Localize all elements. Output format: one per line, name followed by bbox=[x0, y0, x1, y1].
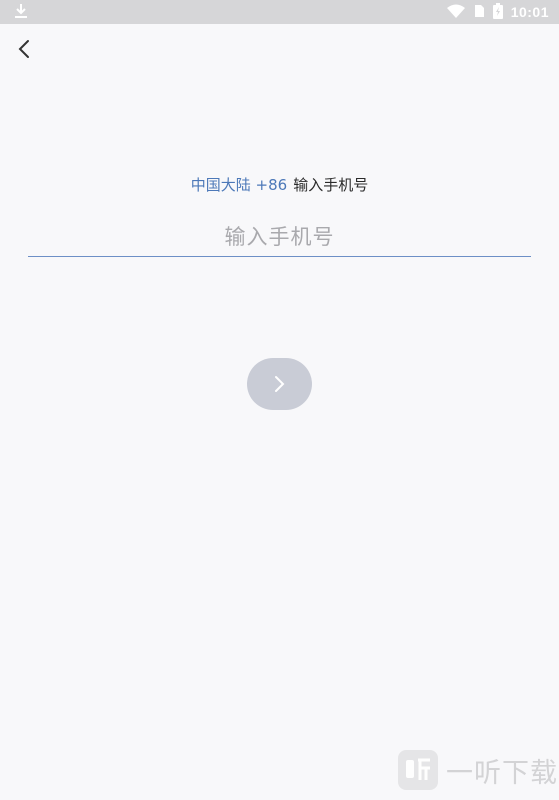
back-button[interactable] bbox=[12, 36, 38, 62]
prompt-label: 输入手机号 bbox=[293, 176, 369, 194]
region-code-selector[interactable]: 中国大陆 +86 bbox=[191, 176, 287, 194]
download-icon bbox=[14, 3, 28, 19]
watermark-brand: 一听下载 bbox=[446, 757, 558, 789]
login-phone-screen: 10:01 中国大陆 +86 输入手机号 一听下载 bbox=[0, 0, 559, 800]
status-bar: 10:01 bbox=[0, 0, 559, 24]
status-time: 10:01 bbox=[510, 4, 549, 20]
next-button[interactable] bbox=[247, 358, 312, 410]
sim-icon bbox=[473, 4, 485, 21]
watermark: 一听下载 bbox=[398, 750, 558, 790]
status-icons: 10:01 bbox=[446, 2, 549, 22]
wifi-icon bbox=[446, 4, 465, 21]
chevron-left-icon bbox=[18, 40, 29, 58]
watermark-logo-icon bbox=[398, 750, 438, 790]
phone-prompt: 中国大陆 +86 输入手机号 bbox=[0, 174, 559, 195]
chevron-right-icon bbox=[275, 376, 285, 392]
battery-charging-icon bbox=[492, 2, 503, 22]
phone-number-input[interactable] bbox=[28, 218, 531, 257]
